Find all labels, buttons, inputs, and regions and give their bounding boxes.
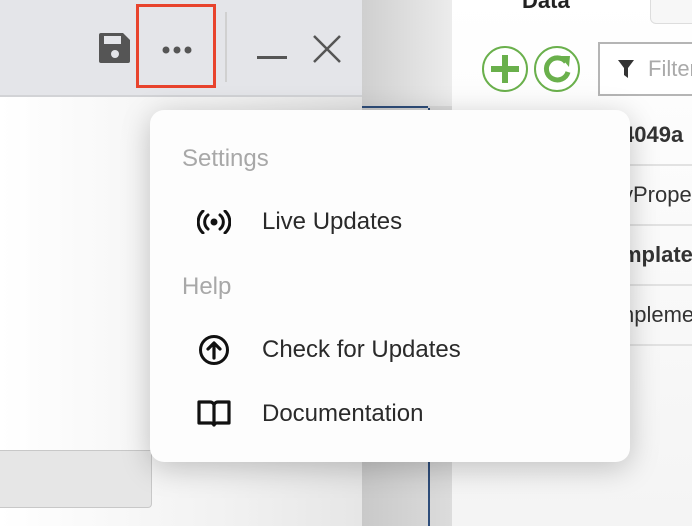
arrow-up-circle-icon — [196, 332, 232, 368]
broadcast-icon — [196, 204, 232, 240]
filter-placeholder: Filter — [648, 56, 692, 81]
tab-data[interactable]: Data — [522, 0, 570, 14]
plus-circle-icon — [491, 55, 519, 83]
divider — [362, 106, 428, 108]
tab-other[interactable] — [650, 0, 692, 24]
editor-toolbar — [0, 0, 362, 97]
menu-item-check-for-updates[interactable]: Check for Updates — [150, 325, 630, 375]
refresh-circle-icon — [543, 55, 571, 83]
minimize-icon[interactable] — [257, 56, 287, 59]
more-options-button[interactable] — [136, 4, 216, 88]
ellipsis-icon — [162, 46, 192, 54]
menu-item-label: Check for Updates — [262, 336, 461, 363]
refresh-button[interactable] — [534, 46, 580, 92]
toolbar-divider — [225, 12, 227, 82]
filter-icon — [618, 60, 634, 78]
menu-item-documentation[interactable]: Documentation — [150, 389, 630, 439]
book-icon — [196, 396, 232, 432]
more-options-menu: Settings Live Updates Help Check for Upd… — [150, 110, 630, 462]
menu-item-label: Live Updates — [262, 208, 403, 235]
add-button[interactable] — [482, 46, 528, 92]
close-icon[interactable] — [312, 34, 342, 69]
menu-item-label: Documentation — [262, 400, 424, 427]
editor-footer-box — [0, 450, 152, 508]
menu-section-help: Help — [182, 273, 232, 300]
filter-input[interactable]: Filter — [598, 42, 692, 96]
floppy-disk-icon[interactable] — [99, 33, 131, 68]
menu-item-live-updates[interactable]: Live Updates — [150, 197, 630, 247]
menu-section-settings: Settings — [182, 145, 269, 172]
